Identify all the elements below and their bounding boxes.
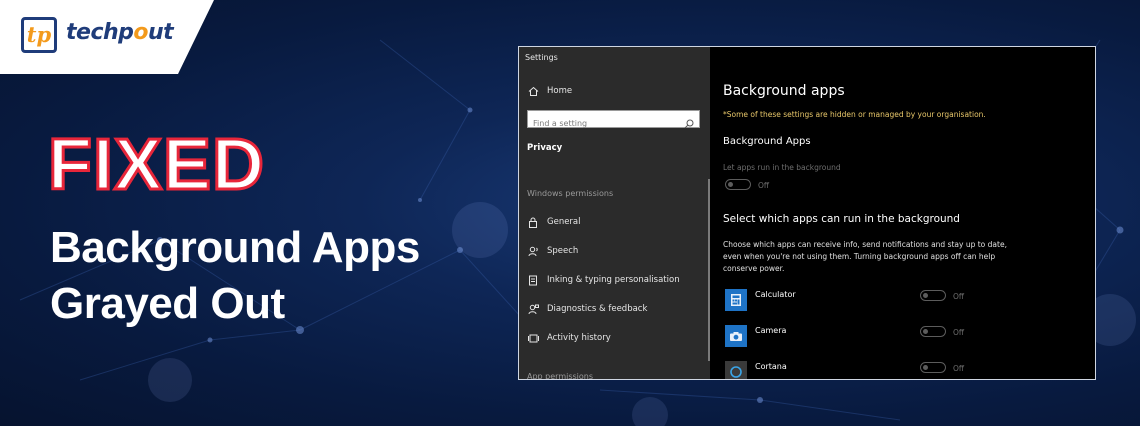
managed-warning: *Some of these settings are hidden or ma… xyxy=(723,110,986,119)
settings-window: Settings Home Privacy Windows permission… xyxy=(518,46,1096,380)
settings-main-pane: Background apps *Some of these settings … xyxy=(710,47,1095,379)
app-name: Cortana xyxy=(755,362,787,371)
feedback-icon xyxy=(527,303,539,315)
headline-text: Background Apps Grayed Out xyxy=(50,220,490,332)
activity-history-icon xyxy=(527,332,539,344)
fixed-title: FIXED xyxy=(46,124,266,207)
headline-line-2: Grayed Out xyxy=(50,279,285,328)
section-subtitle: Background Apps xyxy=(723,136,811,147)
window-title: Settings xyxy=(525,53,558,62)
sidebar-item-label: Diagnostics & feedback xyxy=(547,304,648,314)
camera-toggle[interactable] xyxy=(920,326,946,337)
search-input[interactable] xyxy=(528,115,678,132)
brand-name: techpout xyxy=(66,20,174,45)
cortana-icon xyxy=(725,361,747,379)
sidebar-item-diagnostics[interactable]: Diagnostics & feedback xyxy=(527,303,647,315)
headline-line-1: Background Apps xyxy=(50,223,420,272)
settings-sidebar: Settings Home Privacy Windows permission… xyxy=(519,47,710,380)
description-text: Choose which apps can receive info, send… xyxy=(723,240,1007,273)
sidebar-item-inking[interactable]: Inking & typing personalisation xyxy=(527,274,680,286)
camera-icon xyxy=(725,325,747,347)
let-apps-label: Let apps run in the background xyxy=(723,163,841,172)
sidebar-item-home[interactable]: Home xyxy=(527,85,572,97)
app-name: Camera xyxy=(755,326,787,335)
windows-permissions-label: Windows permissions xyxy=(527,189,614,198)
sidebar-item-label: Home xyxy=(547,86,573,96)
search-icon xyxy=(684,114,694,129)
sidebar-item-speech[interactable]: Speech xyxy=(527,245,578,257)
toggle-state: Off xyxy=(953,292,965,301)
select-apps-heading: Select which apps can run in the backgro… xyxy=(723,213,960,225)
logo-card: tp techpout xyxy=(0,0,214,74)
home-icon xyxy=(527,85,539,97)
toggle-state: Off xyxy=(758,181,770,190)
sidebar-item-activity-history[interactable]: Activity history xyxy=(527,332,611,344)
app-name: Calculator xyxy=(755,290,796,299)
inking-icon xyxy=(527,274,539,286)
page-title: Background apps xyxy=(723,83,845,99)
cortana-toggle[interactable] xyxy=(920,362,946,373)
speech-icon xyxy=(527,245,539,257)
toggle-state: Off xyxy=(953,328,965,337)
calculator-toggle[interactable] xyxy=(920,290,946,301)
toggle-state: Off xyxy=(953,364,965,373)
sidebar-item-label: Activity history xyxy=(547,333,611,343)
techpout-logo-icon: tp xyxy=(21,17,57,53)
app-permissions-label: App permissions xyxy=(527,372,594,380)
sidebar-item-label: Speech xyxy=(547,246,579,256)
sidebar-item-label: Inking & typing personalisation xyxy=(547,275,680,285)
settings-search[interactable] xyxy=(527,110,700,132)
privacy-heading: Privacy xyxy=(527,143,563,153)
background-apps-toggle[interactable] xyxy=(725,179,751,190)
sidebar-item-general[interactable]: General xyxy=(527,216,581,228)
sidebar-item-label: General xyxy=(547,217,581,227)
lock-icon xyxy=(527,216,539,228)
calculator-icon xyxy=(725,289,747,311)
